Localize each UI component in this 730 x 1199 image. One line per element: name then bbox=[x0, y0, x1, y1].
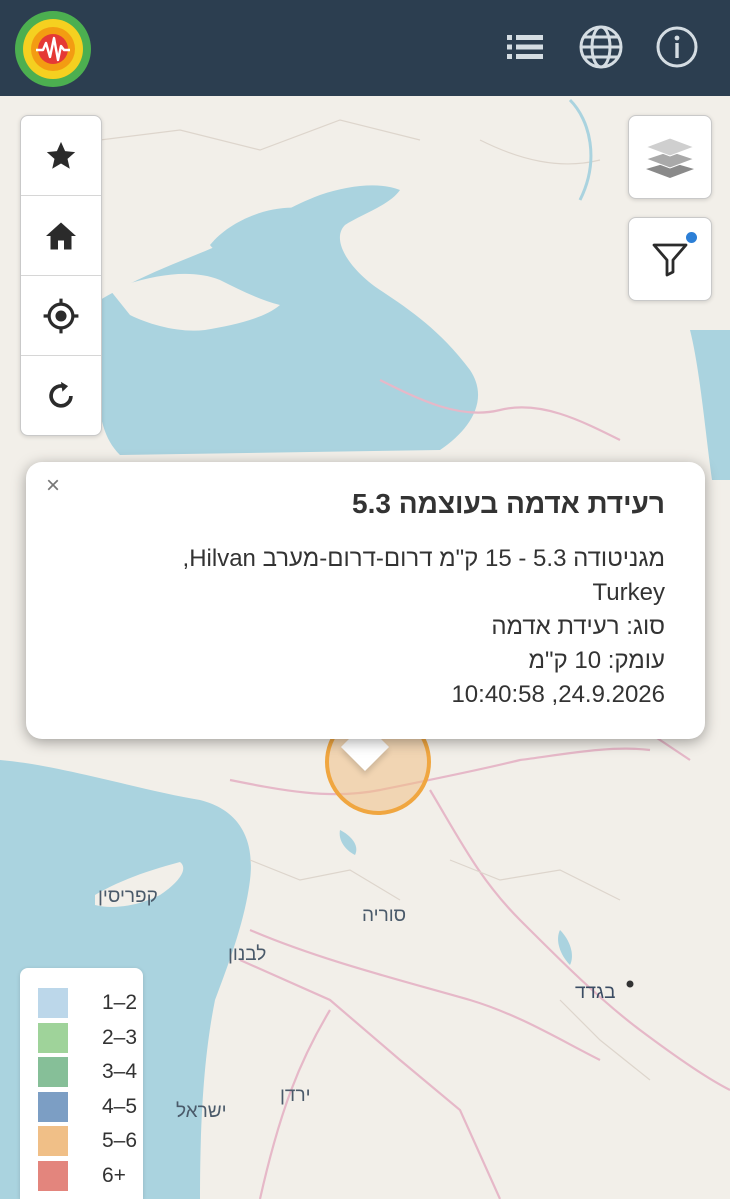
map-label-cyprus: קפריסין bbox=[98, 886, 158, 907]
popup-datetime: 24.9.2026, 10:40:58 bbox=[451, 681, 665, 708]
map-label-baghdad: בגדד bbox=[575, 982, 616, 1003]
list-icon[interactable] bbox=[500, 22, 550, 72]
popup-description-line2: Turkey bbox=[592, 579, 665, 606]
map-label-syria: סוריה bbox=[362, 905, 407, 926]
legend-swatch bbox=[38, 1091, 68, 1122]
favorites-button[interactable] bbox=[21, 116, 101, 196]
legend-label: 5–6 bbox=[102, 1129, 138, 1153]
legend-swatch bbox=[38, 1126, 68, 1157]
map-label-jordan: ירדן bbox=[280, 1085, 311, 1106]
legend-label: 2–3 bbox=[102, 1025, 138, 1049]
legend-item: 4–5 bbox=[20, 1090, 143, 1125]
refresh-button[interactable] bbox=[21, 356, 101, 435]
legend-swatch bbox=[38, 1022, 68, 1053]
legend-label: 6+ bbox=[102, 1163, 126, 1187]
legend-item: 1–2 bbox=[20, 986, 143, 1021]
legend-swatch bbox=[38, 1057, 68, 1088]
legend-swatch bbox=[38, 988, 68, 1019]
info-icon[interactable] bbox=[652, 22, 702, 72]
home-icon bbox=[46, 222, 76, 249]
popup-depth: עומק: 10 ק"מ bbox=[528, 647, 666, 674]
filter-active-indicator bbox=[686, 232, 697, 243]
locate-button[interactable] bbox=[21, 276, 101, 356]
home-button[interactable] bbox=[21, 196, 101, 276]
legend-swatch bbox=[38, 1160, 68, 1191]
earthquake-popup: × רעידת אדמה בעוצמה 5.3 מגניטודה 5.3 - 1… bbox=[26, 462, 705, 739]
legend-label: 1–2 bbox=[102, 991, 138, 1015]
crosshair-icon bbox=[43, 298, 79, 333]
seismograph-logo-icon[interactable] bbox=[14, 10, 92, 88]
magnitude-legend: 1–2 2–3 3–4 4–5 5–6 6+ bbox=[20, 968, 143, 1199]
popup-description-line1: מגניטודה 5.3 - 15 ק"מ דרום-דרום-מערב Hil… bbox=[182, 545, 665, 572]
popup-body: רעידת אדמה בעוצמה 5.3 מגניטודה 5.3 - 15 … bbox=[105, 488, 665, 712]
top-bar bbox=[0, 0, 730, 96]
map-label-israel: ישראל bbox=[176, 1101, 227, 1122]
legend-item: 2–3 bbox=[20, 1021, 143, 1056]
refresh-icon bbox=[49, 381, 73, 408]
popup-close-button[interactable]: × bbox=[46, 472, 60, 500]
star-icon bbox=[46, 141, 76, 169]
filter-icon bbox=[652, 243, 688, 277]
popup-title: רעידת אדמה בעוצמה 5.3 bbox=[352, 488, 665, 519]
legend-item: 5–6 bbox=[20, 1124, 143, 1159]
legend-label: 4–5 bbox=[102, 1094, 138, 1118]
legend-item: 3–4 bbox=[20, 1055, 143, 1090]
globe-icon[interactable] bbox=[576, 22, 626, 72]
popup-type: סוג: רעידת אדמה bbox=[491, 613, 665, 640]
legend-label: 3–4 bbox=[102, 1060, 138, 1084]
layers-button[interactable] bbox=[628, 115, 712, 199]
filter-button[interactable] bbox=[628, 217, 712, 301]
layers-icon bbox=[644, 137, 696, 178]
map-controls bbox=[20, 115, 102, 436]
map-label-lebanon: לבנון bbox=[228, 944, 267, 965]
legend-item: 6+ bbox=[20, 1159, 143, 1194]
